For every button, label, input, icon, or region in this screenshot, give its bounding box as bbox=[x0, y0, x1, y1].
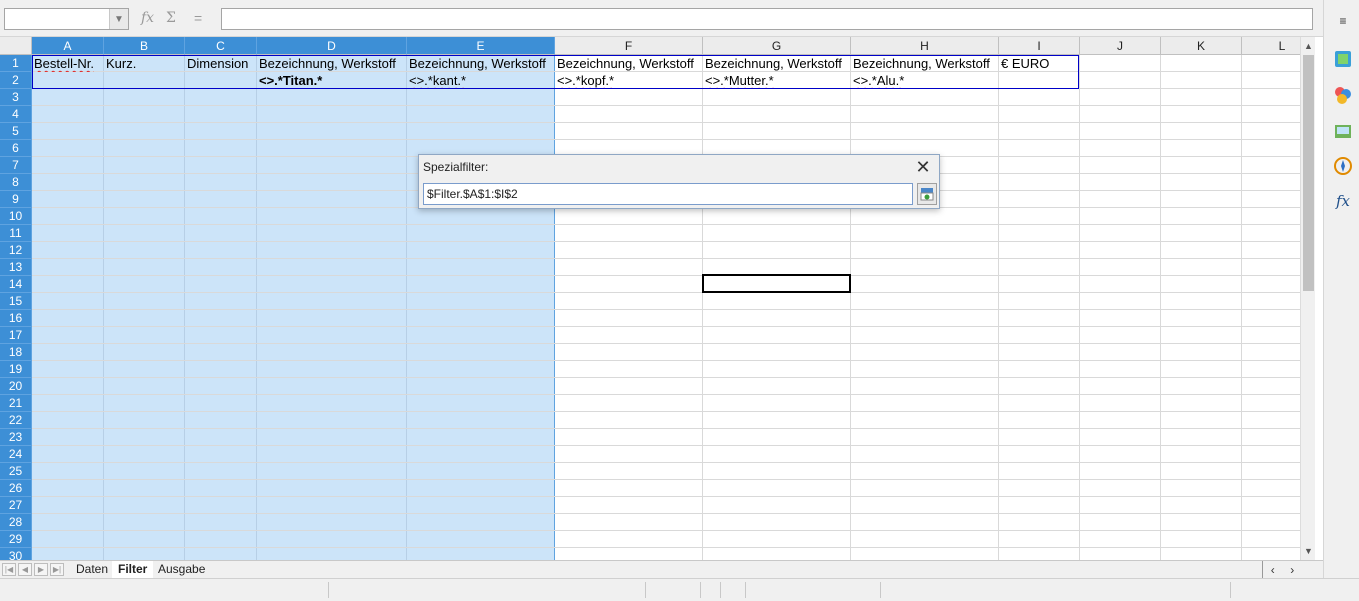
calc-window: ▼ 𝑓x Σ = A B C D E F G H I J K L 1 2 3 4… bbox=[0, 0, 1359, 601]
function-wizard-icon[interactable]: 𝑓x bbox=[141, 10, 154, 26]
row-header-11[interactable]: 11 bbox=[0, 225, 32, 242]
row-header-6[interactable]: 6 bbox=[0, 140, 32, 157]
row-header-1[interactable]: 1 bbox=[0, 55, 32, 72]
sheet-tab-bar: |◀ ◀ ▶ ▶| Daten Filter Ausgabe ‹ › bbox=[0, 560, 1323, 578]
dialog-title: Spezialfilter: bbox=[423, 160, 489, 174]
first-sheet-icon[interactable]: |◀ bbox=[2, 563, 16, 576]
column-header-f[interactable]: F bbox=[555, 37, 703, 55]
row-header-10[interactable]: 10 bbox=[0, 208, 32, 225]
row-header-17[interactable]: 17 bbox=[0, 327, 32, 344]
status-bar bbox=[0, 578, 1359, 601]
column-header-h[interactable]: H bbox=[851, 37, 999, 55]
column-header-e[interactable]: E bbox=[407, 37, 555, 55]
properties-icon[interactable] bbox=[1332, 48, 1354, 70]
sidebar-menu-icon[interactable]: ≡ bbox=[1332, 10, 1354, 32]
styles-icon[interactable] bbox=[1332, 84, 1354, 106]
row-header-3[interactable]: 3 bbox=[0, 89, 32, 106]
row-header-13[interactable]: 13 bbox=[0, 259, 32, 276]
row-header-28[interactable]: 28 bbox=[0, 514, 32, 531]
row-header-21[interactable]: 21 bbox=[0, 395, 32, 412]
column-header-j[interactable]: J bbox=[1080, 37, 1161, 55]
row-header-8[interactable]: 8 bbox=[0, 174, 32, 191]
scroll-right-icon[interactable]: › bbox=[1290, 563, 1294, 577]
row-header-19[interactable]: 19 bbox=[0, 361, 32, 378]
equals-icon[interactable]: = bbox=[194, 10, 202, 26]
formula-bar: ▼ 𝑓x Σ = bbox=[0, 0, 1323, 37]
scroll-left-icon[interactable]: ‹ bbox=[1271, 563, 1275, 577]
scroll-down-icon[interactable]: ▼ bbox=[1301, 544, 1316, 558]
column-header-c[interactable]: C bbox=[185, 37, 257, 55]
vertical-scroll-thumb[interactable] bbox=[1303, 55, 1314, 291]
row-header-14[interactable]: 14 bbox=[0, 276, 32, 293]
row-header-9[interactable]: 9 bbox=[0, 191, 32, 208]
vertical-scrollbar[interactable]: ▲ ▼ bbox=[1300, 37, 1315, 560]
row-header-22[interactable]: 22 bbox=[0, 412, 32, 429]
row-header-16[interactable]: 16 bbox=[0, 310, 32, 327]
navigator-icon[interactable] bbox=[1332, 155, 1354, 177]
horizontal-scroll-buttons: ‹ › bbox=[1262, 561, 1302, 578]
column-header-k[interactable]: K bbox=[1161, 37, 1242, 55]
row-header-27[interactable]: 27 bbox=[0, 497, 32, 514]
row-header-15[interactable]: 15 bbox=[0, 293, 32, 310]
active-cell-cursor[interactable] bbox=[702, 274, 851, 293]
next-sheet-icon[interactable]: ▶ bbox=[34, 563, 48, 576]
row-header-29[interactable]: 29 bbox=[0, 531, 32, 548]
column-header-l[interactable]: L bbox=[1242, 37, 1300, 55]
row-header-25[interactable]: 25 bbox=[0, 463, 32, 480]
sheet-tab-filter[interactable]: Filter bbox=[112, 561, 154, 578]
close-icon[interactable]: ✕ bbox=[913, 157, 933, 177]
chevron-down-icon[interactable]: ▼ bbox=[109, 9, 128, 29]
row-header-30[interactable]: 30 bbox=[0, 548, 32, 560]
column-header-a[interactable]: A bbox=[32, 37, 104, 55]
name-box[interactable]: ▼ bbox=[4, 8, 129, 30]
scroll-up-icon[interactable]: ▲ bbox=[1301, 39, 1316, 53]
column-header-b[interactable]: B bbox=[104, 37, 185, 55]
row-header-24[interactable]: 24 bbox=[0, 446, 32, 463]
column-header-i[interactable]: I bbox=[999, 37, 1080, 55]
column-selection bbox=[32, 55, 555, 560]
prev-sheet-icon[interactable]: ◀ bbox=[18, 563, 32, 576]
sidebar-deck: ≡ fx bbox=[1323, 0, 1359, 578]
row-header-18[interactable]: 18 bbox=[0, 344, 32, 361]
row-header-2[interactable]: 2 bbox=[0, 72, 32, 89]
sheet-tab-daten[interactable]: Daten bbox=[70, 561, 114, 578]
select-all-corner[interactable] bbox=[0, 37, 32, 55]
column-header-g[interactable]: G bbox=[703, 37, 851, 55]
sum-icon[interactable]: Σ bbox=[166, 10, 176, 26]
gallery-icon[interactable] bbox=[1332, 120, 1354, 142]
column-header-d[interactable]: D bbox=[257, 37, 407, 55]
row-header-12[interactable]: 12 bbox=[0, 242, 32, 259]
range-input[interactable]: $Filter.$A$1:$I$2 bbox=[423, 183, 913, 205]
row-header-26[interactable]: 26 bbox=[0, 480, 32, 497]
formula-input[interactable] bbox=[221, 8, 1313, 30]
spreadsheet-grid[interactable]: A B C D E F G H I J K L 1 2 3 4 5 6 7 8 … bbox=[0, 37, 1300, 560]
row-header-20[interactable]: 20 bbox=[0, 378, 32, 395]
row-header-5[interactable]: 5 bbox=[0, 123, 32, 140]
row-header-4[interactable]: 4 bbox=[0, 106, 32, 123]
criteria-range-border bbox=[32, 55, 1079, 89]
row-header-7[interactable]: 7 bbox=[0, 157, 32, 174]
special-filter-dialog: Spezialfilter: ✕ $Filter.$A$1:$I$2 bbox=[418, 154, 940, 209]
row-header-23[interactable]: 23 bbox=[0, 429, 32, 446]
sheet-tab-ausgabe[interactable]: Ausgabe bbox=[152, 561, 211, 578]
shrink-dialog-icon[interactable] bbox=[917, 183, 937, 205]
last-sheet-icon[interactable]: ▶| bbox=[50, 563, 64, 576]
functions-icon[interactable]: fx bbox=[1332, 190, 1354, 212]
